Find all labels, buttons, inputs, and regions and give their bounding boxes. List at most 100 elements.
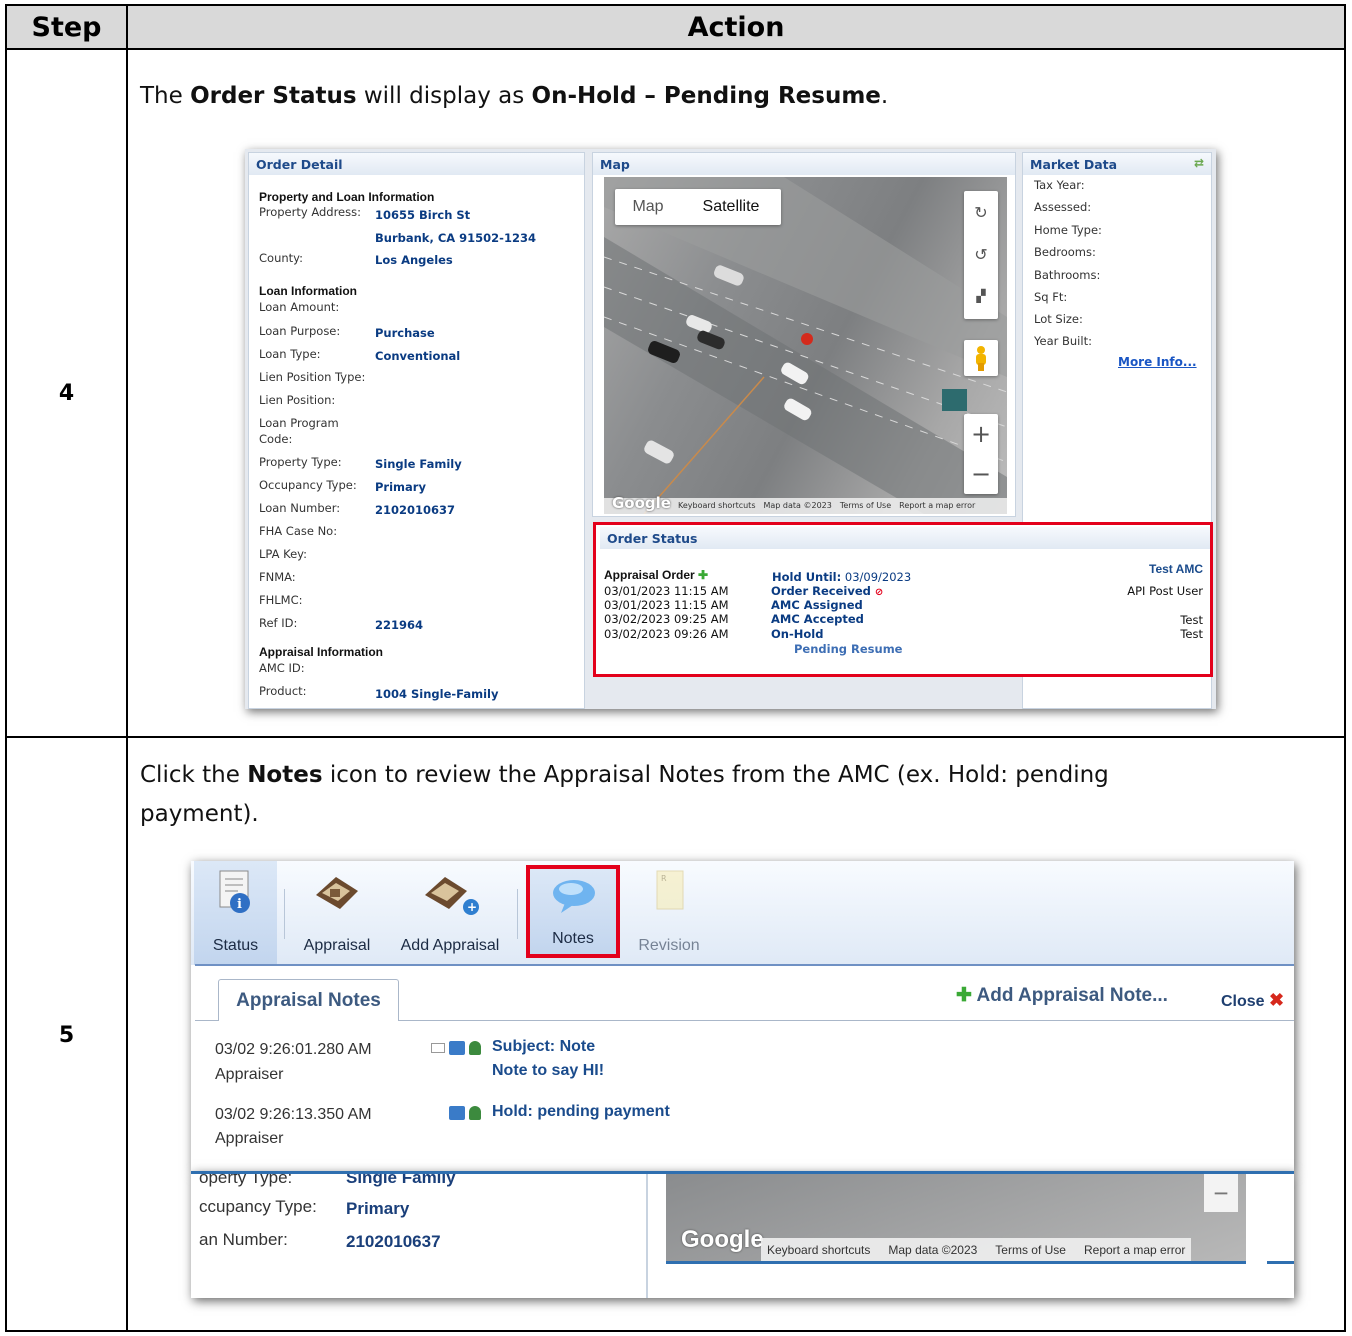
status-icon: i (219, 870, 250, 913)
svg-text:R: R (661, 874, 667, 883)
zoom-out-icon[interactable]: − (1204, 1174, 1238, 1212)
appraisal-toolbar: i Status Appraisal + Add Appraisal Notes… (191, 861, 1294, 965)
map-rotate-controls: ↻ ↺ ▞ (964, 191, 998, 319)
instruction-text: The Order Status will display as On-Hold… (140, 83, 889, 109)
keyboard-shortcuts-link[interactable]: Keyboard shortcuts (678, 501, 755, 510)
map-type-map-button[interactable]: Map (615, 189, 681, 225)
appraisal-label: Appraisal (303, 937, 371, 954)
background-order-detail: operty Type: Single Family ccupancy Type… (191, 1171, 1294, 1298)
revision-label: Revision (638, 937, 700, 954)
county-value: Los Angeles (375, 253, 453, 267)
notes-button[interactable]: Notes (526, 865, 620, 958)
field-label: FNMA: (259, 570, 296, 584)
section-heading: Appraisal Information (259, 645, 384, 659)
loan-number-value: 2102010637 (375, 503, 456, 517)
field-label: Loan Number: (259, 501, 341, 515)
step-number: 4 (7, 50, 128, 736)
plus-icon[interactable]: ✚ (698, 568, 708, 582)
rotate-clockwise-icon[interactable]: ↻ (964, 191, 998, 233)
appraisal-button[interactable]: Appraisal (287, 861, 387, 965)
instruction-text-line2: payment). (140, 801, 259, 827)
note-body: Note to say HI! (492, 1062, 605, 1079)
toolbar-divider (517, 889, 518, 939)
field-label: Occupancy Type: (259, 478, 357, 492)
note-subject[interactable]: Subject: Note (492, 1038, 595, 1056)
field-label: AMC ID: (259, 661, 305, 675)
order-screenshot: Order Detail Property and Loan Informati… (245, 149, 1216, 709)
email-icon[interactable] (431, 1043, 445, 1053)
report-map-error-link[interactable]: Report a map error (1084, 1243, 1185, 1257)
zoom-in-icon[interactable]: + (964, 414, 998, 454)
satellite-map[interactable]: Map Satellite ↻ ↺ ▞ + − Google Keyboard … (604, 177, 1007, 514)
property-type-value: Single Family (346, 1171, 456, 1187)
tilt-icon[interactable]: ▞ (964, 275, 998, 317)
field-label: Lien Position Type: (259, 370, 366, 384)
note-icons (449, 1106, 481, 1120)
user-icon (469, 1041, 481, 1055)
add-appraisal-note-link[interactable]: ✚ Add Appraisal Note... (956, 984, 1168, 1007)
refresh-icon[interactable]: ⇄ (1194, 156, 1204, 170)
market-label: Bedrooms: (1034, 245, 1096, 259)
add-appraisal-button[interactable]: + Add Appraisal (391, 861, 509, 965)
market-label: Assessed: (1034, 200, 1092, 214)
background-map: − Google Keyboard shortcuts Map data ©20… (666, 1174, 1246, 1261)
loan-purpose-value: Purchase (375, 326, 435, 340)
note-subject[interactable]: Hold: pending payment (492, 1103, 670, 1121)
event-date: 03/01/2023 11:15 AM (604, 584, 729, 598)
property-address-line1: 10655 Birch St (375, 208, 471, 222)
street-view-pegman-icon[interactable] (964, 340, 998, 376)
more-info-link[interactable]: More Info... (1118, 355, 1197, 369)
occupancy-type-value: Primary (346, 1199, 410, 1218)
note-author: Appraiser (215, 1130, 284, 1147)
zoom-out-icon[interactable]: − (964, 454, 998, 494)
field-label: Product: (259, 684, 307, 698)
property-address-line2: Burbank, CA 91502-1234 (375, 231, 536, 245)
close-icon: ✖ (1269, 990, 1285, 1010)
svg-text:i: i (237, 897, 242, 912)
revision-document-icon: R (656, 870, 684, 910)
report-map-error-link[interactable]: Report a map error (899, 501, 975, 510)
event-status: On-Hold (771, 627, 824, 641)
notes-speech-bubble-icon (553, 880, 595, 913)
terms-of-use-link[interactable]: Terms of Use (995, 1243, 1066, 1257)
notes-label: Notes (552, 930, 594, 947)
panel-border (666, 1261, 1246, 1264)
note-author: Appraiser (215, 1066, 284, 1083)
tab-appraisal-notes[interactable]: Appraisal Notes (218, 979, 399, 1021)
keyboard-shortcuts-link[interactable]: Keyboard shortcuts (767, 1243, 870, 1257)
map-zoom-controls: + − (964, 414, 998, 494)
event-user: Test (1180, 627, 1203, 641)
amc-name: Test AMC (1149, 562, 1203, 576)
panel-divider (646, 1174, 648, 1298)
building-icon (449, 1106, 465, 1120)
map-type-satellite-button[interactable]: Satellite (681, 189, 781, 225)
market-label: Home Type: (1034, 223, 1102, 237)
event-user: Test (1180, 613, 1203, 627)
revision-button[interactable]: R Revision (628, 861, 710, 965)
field-label: ccupancy Type: (199, 1197, 317, 1216)
event-user: API Post User (1127, 584, 1203, 598)
user-icon (469, 1106, 481, 1120)
status-label: Status (212, 937, 259, 954)
note-icons (431, 1041, 481, 1055)
rotate-counterclockwise-icon[interactable]: ↺ (964, 233, 998, 275)
section-heading: Loan Information (259, 284, 357, 298)
field-label: Loan Program (259, 416, 339, 430)
order-status-panel: Order Status Appraisal Order ✚ Hold Unti… (593, 522, 1213, 677)
table-row: 5 Click the Notes icon to review the App… (7, 738, 1344, 1332)
section-heading: Property and Loan Information (259, 190, 435, 204)
event-status: AMC Assigned (771, 598, 863, 612)
instruction-table: Step Action 4 The Order Status will disp… (5, 4, 1346, 1332)
field-label: FHA Case No: (259, 524, 338, 538)
property-type-value: Single Family (375, 457, 462, 471)
pegman-glyph (976, 346, 986, 371)
status-button[interactable]: i Status (194, 861, 277, 965)
close-button[interactable]: Close ✖ (1221, 990, 1284, 1011)
terms-of-use-link[interactable]: Terms of Use (840, 501, 891, 510)
cancel-icon[interactable]: ⊘ (875, 587, 883, 598)
plus-icon: ✚ (956, 985, 972, 1006)
map-title: Map (593, 153, 1015, 175)
map-data-text: Map data ©2023 (763, 501, 832, 510)
add-appraisal-icon: + (425, 877, 479, 915)
appraisal-order-label: Appraisal Order ✚ (604, 568, 709, 582)
